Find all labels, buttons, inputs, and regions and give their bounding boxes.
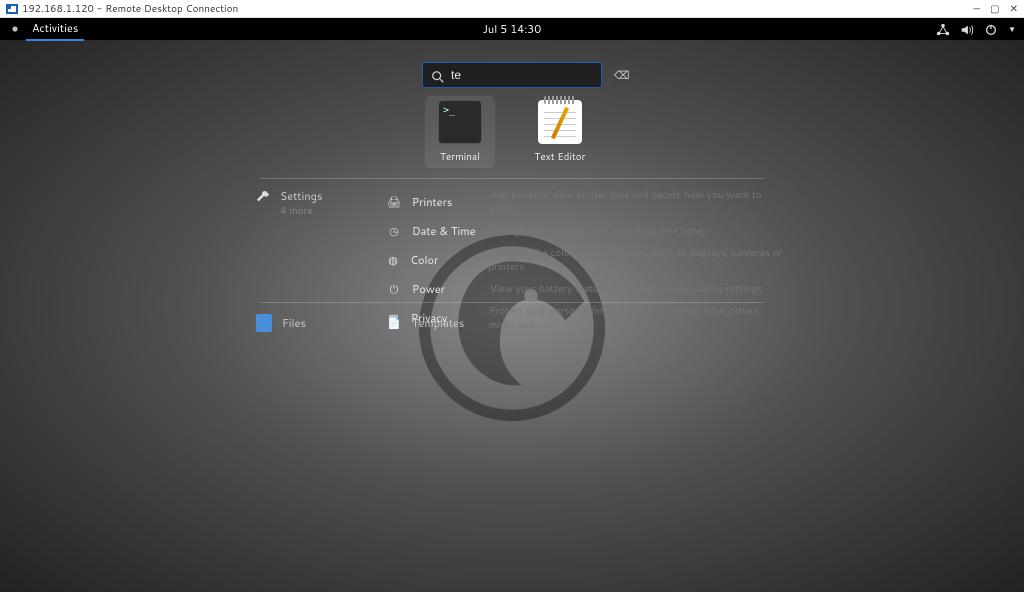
clock-label[interactable]: Jul 5 14:30 bbox=[483, 21, 541, 37]
system-menu-chevron-icon[interactable]: ▼ bbox=[1008, 23, 1016, 35]
rdp-title: 192.168.1.120 - Remote Desktop Connectio… bbox=[22, 2, 238, 16]
app-result-terminal[interactable]: >_ Terminal bbox=[425, 96, 495, 168]
settings-result-name: Color bbox=[410, 252, 478, 268]
text-editor-icon bbox=[538, 100, 582, 144]
volume-icon[interactable] bbox=[960, 21, 974, 37]
settings-result-printers[interactable]: 🖨 Printers Add printers, view printer jo… bbox=[386, 188, 784, 216]
settings-result-color[interactable]: ◍ Color Calibrate the color of your devi… bbox=[386, 246, 784, 274]
terminal-icon: >_ bbox=[438, 100, 482, 144]
printer-icon: 🖨 bbox=[386, 194, 402, 210]
app-result-label: Text Editor bbox=[534, 150, 585, 164]
color-icon: ◍ bbox=[386, 252, 400, 268]
settings-icon bbox=[256, 188, 270, 204]
activities-button[interactable]: Activities bbox=[26, 18, 84, 41]
activities-dot-icon bbox=[8, 22, 22, 36]
search-input[interactable] bbox=[451, 68, 606, 82]
clear-search-icon[interactable]: ⌫ bbox=[612, 67, 632, 83]
results-divider bbox=[260, 302, 764, 303]
files-section-header[interactable]: Files bbox=[256, 314, 386, 332]
rdp-maximize-button[interactable]: ▢ bbox=[990, 2, 999, 16]
files-result-templates[interactable]: 📄 Templates bbox=[386, 314, 784, 332]
power-setting-icon: ⏻ bbox=[386, 281, 402, 297]
linux-desktop: Activities Jul 5 14:30 ▼ bbox=[0, 18, 1024, 592]
gnome-top-bar: Activities Jul 5 14:30 ▼ bbox=[0, 18, 1024, 40]
rdp-icon bbox=[6, 4, 18, 14]
settings-section-header[interactable]: Settings 4 more bbox=[256, 188, 386, 332]
settings-result-desc: View your battery status and change powe… bbox=[490, 282, 762, 296]
rdp-close-button[interactable]: ✕ bbox=[1010, 2, 1018, 16]
network-icon[interactable] bbox=[936, 21, 950, 37]
rdp-titlebar: 192.168.1.120 - Remote Desktop Connectio… bbox=[0, 0, 1024, 18]
files-icon bbox=[256, 314, 272, 332]
settings-result-desc: Calibrate the color of your devices, suc… bbox=[488, 246, 784, 274]
settings-result-desc: Add printers, view printer jobs and deci… bbox=[490, 188, 784, 216]
files-section-title: Files bbox=[282, 315, 306, 331]
app-result-text-editor[interactable]: Text Editor bbox=[525, 100, 595, 164]
settings-result-name: Power bbox=[412, 281, 480, 297]
settings-section-title: Settings bbox=[280, 188, 322, 204]
clock-icon: ◷ bbox=[386, 223, 402, 239]
settings-result-desc: Change the date and time, including time… bbox=[490, 224, 703, 238]
settings-result-datetime[interactable]: ◷ Date & Time Change the date and time, … bbox=[386, 223, 784, 239]
overview-search-box[interactable]: ⌫ bbox=[422, 62, 602, 88]
settings-result-power[interactable]: ⏻ Power View your battery status and cha… bbox=[386, 281, 784, 297]
app-result-label: Terminal bbox=[440, 150, 480, 164]
rdp-minimize-button[interactable]: — bbox=[973, 2, 980, 16]
file-icon: 📄 bbox=[386, 315, 402, 331]
settings-section-more: 4 more bbox=[280, 204, 322, 218]
power-icon[interactable] bbox=[984, 21, 998, 37]
settings-result-name: Date & Time bbox=[412, 223, 480, 239]
search-icon bbox=[431, 67, 445, 84]
results-divider bbox=[260, 178, 764, 179]
files-result-name: Templates bbox=[412, 315, 464, 331]
settings-result-name: Printers bbox=[412, 194, 480, 210]
